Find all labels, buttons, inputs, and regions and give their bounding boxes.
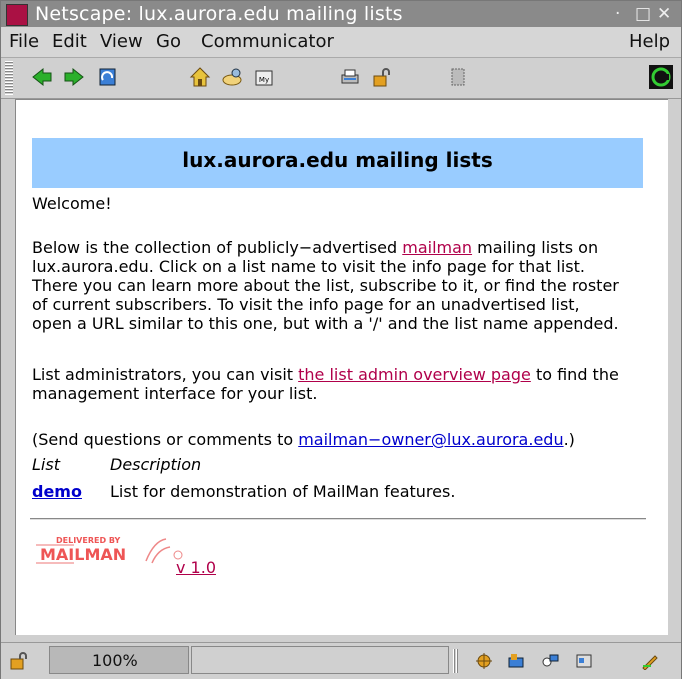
print-icon[interactable] xyxy=(339,66,361,88)
table-header-description: Description xyxy=(110,455,202,474)
composer-icon[interactable] xyxy=(641,652,659,670)
owner-email-link[interactable]: mailman−owner@lux.aurora.edu xyxy=(298,430,563,449)
browser-window: Netscape: lux.aurora.edu mailing lists ·… xyxy=(0,0,682,679)
intro-text-after: mailing lists on xyxy=(472,238,599,257)
intro-line: of current subscribers. To visit the inf… xyxy=(32,295,580,314)
security-lock-icon[interactable] xyxy=(9,651,31,671)
component-bar-grip[interactable] xyxy=(453,649,459,673)
netscape-app-icon[interactable] xyxy=(6,4,28,26)
welcome-text: Welcome! xyxy=(32,194,112,213)
list-demo-link[interactable]: demo xyxy=(32,482,82,501)
close-button[interactable]: ✕ xyxy=(657,1,671,27)
toolbar-grip-handle[interactable] xyxy=(5,61,13,95)
home-icon[interactable] xyxy=(189,66,211,88)
menu-help[interactable]: Help xyxy=(629,27,670,57)
menu-go[interactable]: Go xyxy=(156,27,181,57)
intro-line: There you can learn more about the list,… xyxy=(32,276,619,295)
stop-icon[interactable] xyxy=(447,66,469,88)
zoom-indicator: 100% xyxy=(49,646,189,674)
minimize-button[interactable]: · xyxy=(615,1,620,27)
address-book-icon[interactable] xyxy=(575,652,593,670)
menu-communicator[interactable]: Communicator xyxy=(201,27,334,57)
divider xyxy=(30,518,646,520)
window-title: Netscape: lux.aurora.edu mailing lists xyxy=(35,3,403,25)
back-icon[interactable] xyxy=(31,66,53,88)
netscape-throbber-icon[interactable] xyxy=(649,65,673,89)
list-demo-description: List for demonstration of MailMan featur… xyxy=(110,482,456,501)
status-message xyxy=(191,646,449,674)
admin-text: List administrators, you can visit xyxy=(32,365,299,384)
svg-text:DELIVERED BY: DELIVERED BY xyxy=(56,536,121,545)
security-icon[interactable] xyxy=(371,66,393,88)
reload-icon[interactable] xyxy=(97,66,119,88)
navigator-icon[interactable] xyxy=(475,652,493,670)
mailman-link[interactable]: mailman xyxy=(402,238,472,257)
title-bar[interactable]: Netscape: lux.aurora.edu mailing lists ·… xyxy=(1,1,681,27)
intro-line: lux.aurora.edu. Click on a list name to … xyxy=(32,257,585,276)
menu-file[interactable]: File xyxy=(9,27,39,57)
admin-overview-link[interactable]: the list admin overview page xyxy=(298,365,531,384)
intro-line: open a URL similar to this one, but with… xyxy=(32,314,619,333)
admin-line: management interface for your list. xyxy=(32,384,318,403)
svg-text:MAILMAN: MAILMAN xyxy=(40,545,126,564)
page-heading: lux.aurora.edu mailing lists xyxy=(32,138,643,188)
svg-text:My: My xyxy=(259,76,269,84)
search-icon[interactable] xyxy=(221,66,243,88)
status-bar: 100% xyxy=(1,642,681,679)
admin-text-after: to find the xyxy=(530,365,619,384)
my-netscape-icon[interactable]: My xyxy=(253,66,275,88)
questions-text: (Send questions or comments to xyxy=(32,430,299,449)
questions-text-after: .) xyxy=(563,430,575,449)
menu-edit[interactable]: Edit xyxy=(52,27,87,57)
table-header-list: List xyxy=(32,455,60,474)
questions-paragraph: (Send questions or comments to mailman−o… xyxy=(32,430,575,449)
forward-icon[interactable] xyxy=(63,66,85,88)
delivered-by-mailman-logo: DELIVERED BY MAILMAN xyxy=(36,536,183,564)
intro-text: Below is the collection of publicly−adve… xyxy=(32,238,403,257)
admin-paragraph: List administrators, you can visit the l… xyxy=(32,365,619,403)
table-row: demo xyxy=(32,482,82,501)
navigation-toolbar: My xyxy=(1,58,681,99)
intro-paragraph: Below is the collection of publicly−adve… xyxy=(32,238,619,333)
page-content: lux.aurora.edu mailing lists Welcome! Be… xyxy=(15,99,668,635)
menu-bar: File Edit View Go Communicator Help xyxy=(1,27,681,58)
menu-view[interactable]: View xyxy=(100,27,143,57)
maximize-button[interactable]: □ xyxy=(635,1,651,27)
mailbox-icon[interactable] xyxy=(507,652,525,670)
discussion-groups-icon[interactable] xyxy=(541,652,559,670)
mailman-version-link[interactable]: v 1.0 xyxy=(176,558,216,577)
